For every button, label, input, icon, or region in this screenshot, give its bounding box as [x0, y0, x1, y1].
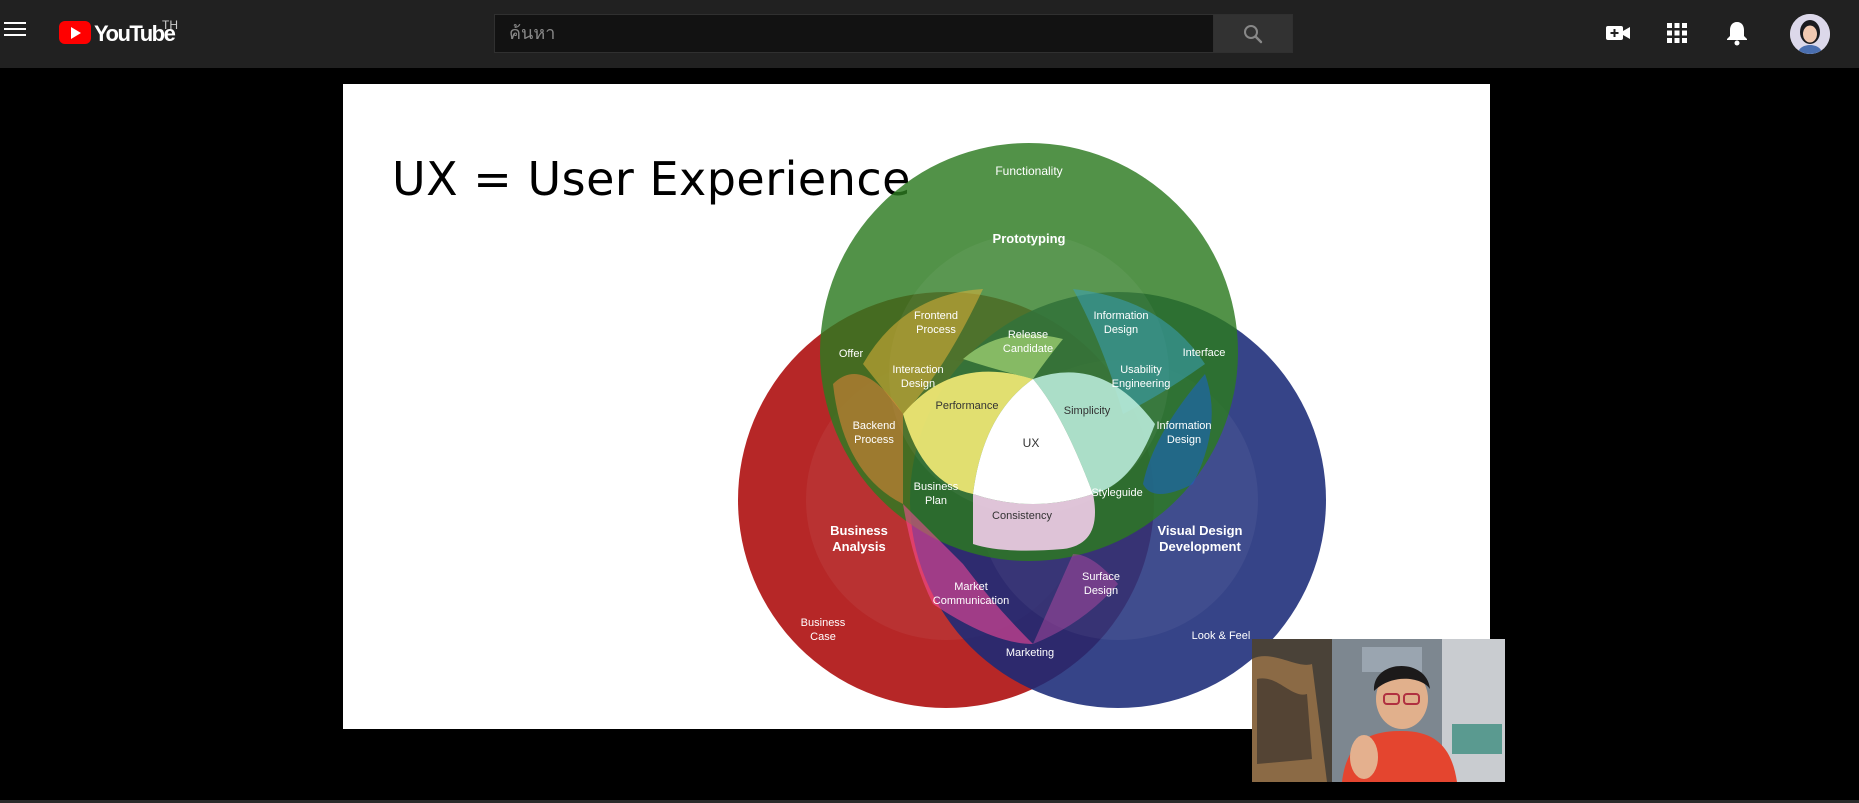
- label-styleguide: Styleguide: [1091, 487, 1142, 499]
- label-marketing: Marketing: [1006, 647, 1054, 659]
- presenter-webcam: [1252, 639, 1505, 782]
- label-release-2: Candidate: [1003, 343, 1053, 355]
- notifications-bell-icon[interactable]: [1723, 19, 1751, 47]
- label-usability-2: Engineering: [1112, 378, 1171, 390]
- label-market-1: Market: [954, 581, 988, 593]
- label-frontend-2: Process: [916, 324, 956, 336]
- label-look-feel: Look & Feel: [1192, 630, 1251, 642]
- label-prototyping: Prototyping: [993, 231, 1066, 246]
- label-information-top-1: Information: [1093, 310, 1148, 322]
- label-business-analysis-2: Analysis: [832, 539, 885, 554]
- label-information-top-2: Design: [1104, 324, 1138, 336]
- region-code: TH: [162, 18, 178, 32]
- label-surface-2: Design: [1084, 585, 1118, 597]
- label-offer: Offer: [839, 348, 864, 360]
- ux-venn-diagram: Functionality Prototyping Frontend Proce…: [738, 143, 1326, 708]
- apps-grid-icon[interactable]: [1663, 19, 1691, 47]
- label-visual-design-1: Visual Design: [1157, 523, 1242, 538]
- youtube-play-icon: [59, 21, 91, 44]
- label-interface: Interface: [1183, 347, 1226, 359]
- masthead: YouTube TH: [0, 0, 1859, 68]
- label-visual-design-2: Development: [1159, 539, 1241, 554]
- search-input[interactable]: [495, 15, 1214, 52]
- label-business-analysis-1: Business: [830, 523, 888, 538]
- label-interaction-2: Design: [901, 378, 935, 390]
- label-market-2: Communication: [933, 595, 1009, 607]
- label-surface-1: Surface: [1082, 571, 1120, 583]
- label-business-case-2: Case: [810, 631, 836, 643]
- search-box: [494, 14, 1214, 53]
- label-information-right-2: Design: [1167, 434, 1201, 446]
- search-button[interactable]: [1213, 14, 1293, 53]
- label-consistency: Consistency: [992, 510, 1052, 522]
- label-backend-2: Process: [854, 434, 894, 446]
- label-business-plan-1: Business: [914, 481, 959, 493]
- label-release-1: Release: [1008, 329, 1048, 341]
- label-business-plan-2: Plan: [925, 495, 947, 507]
- presenter-image: [1252, 639, 1505, 782]
- create-video-icon[interactable]: [1604, 19, 1632, 47]
- label-information-right-1: Information: [1156, 420, 1211, 432]
- label-performance: Performance: [936, 400, 999, 412]
- label-business-case-1: Business: [801, 617, 846, 629]
- label-simplicity: Simplicity: [1064, 405, 1111, 417]
- label-usability-1: Usability: [1120, 364, 1162, 376]
- account-avatar[interactable]: [1790, 14, 1830, 54]
- search-icon: [1244, 25, 1263, 44]
- label-functionality: Functionality: [995, 164, 1062, 178]
- label-interaction-1: Interaction: [892, 364, 943, 376]
- label-frontend-1: Frontend: [914, 310, 958, 322]
- label-backend-1: Backend: [853, 420, 896, 432]
- slide-content: UX = User Experience Functionality Proto…: [343, 84, 1490, 729]
- menu-icon[interactable]: [4, 20, 26, 38]
- label-ux: UX: [1023, 436, 1040, 450]
